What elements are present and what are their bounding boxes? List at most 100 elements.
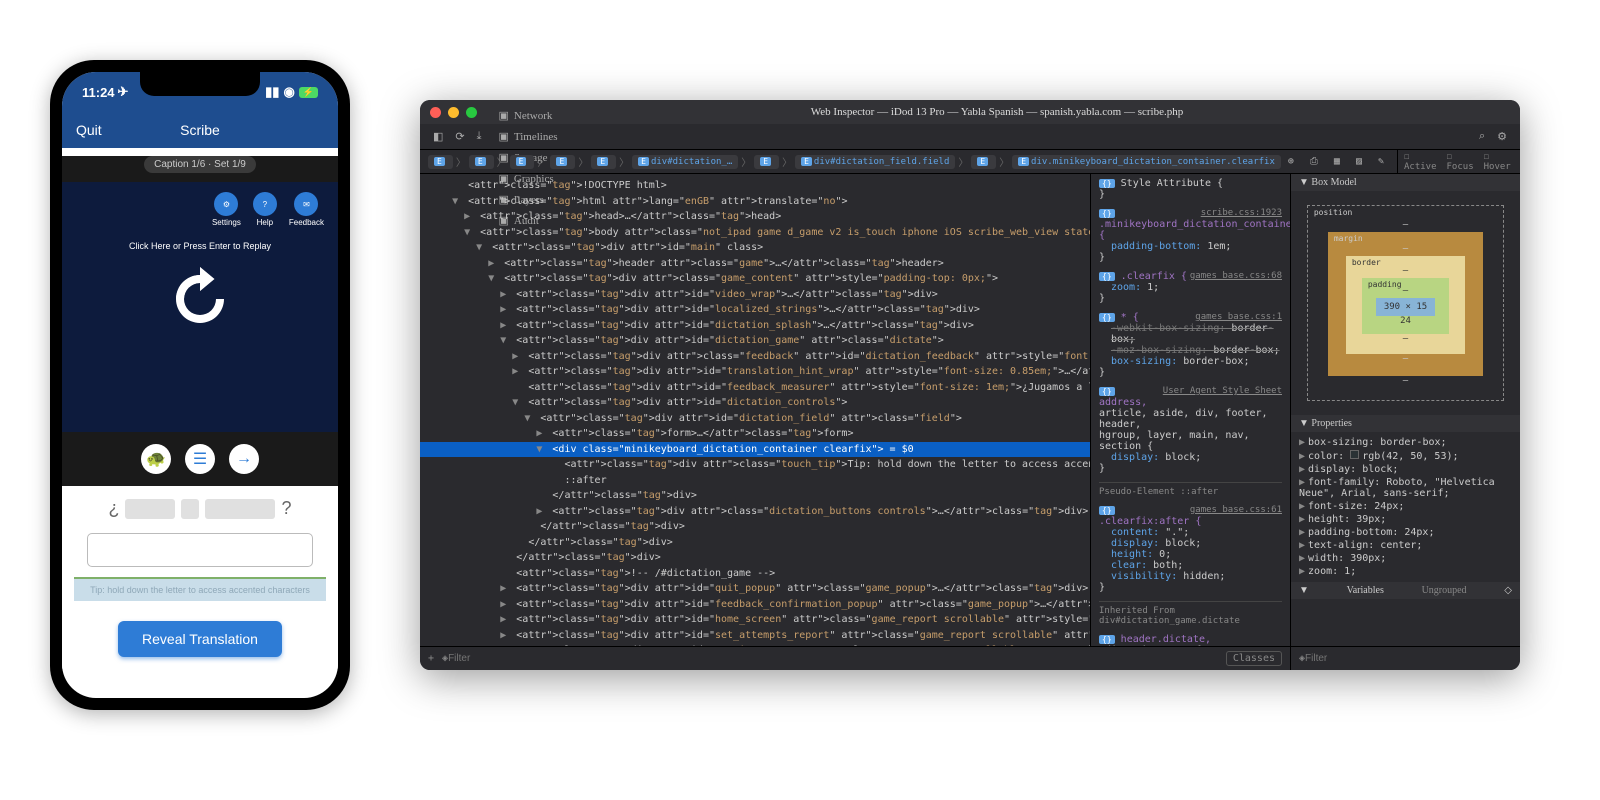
paint-icon[interactable]: ▨ — [1351, 153, 1367, 170]
settings-button[interactable]: ⚙Settings — [212, 192, 241, 227]
help-button[interactable]: ?Help — [253, 192, 277, 227]
style-rule[interactable]: Pseudo-Element ::after — [1099, 482, 1282, 497]
dom-line[interactable]: ▶ <attr">class="tag">header attr">class=… — [420, 256, 1090, 272]
wifi-icon: ◉ — [283, 84, 294, 100]
quit-button[interactable]: Quit — [76, 122, 102, 138]
pseudo-hover[interactable]: ☐ Hover — [1484, 152, 1511, 172]
style-rule[interactable]: User Agent Style Sheet{} address,article… — [1099, 386, 1282, 474]
search-icon[interactable]: ⌕ — [1474, 127, 1490, 146]
reveal-button[interactable]: Reveal Translation — [118, 621, 282, 657]
slow-button[interactable]: 🐢 — [141, 444, 171, 474]
video-area[interactable]: ⚙Settings ?Help ✉Feedback Click Here or … — [62, 182, 338, 432]
gear-icon[interactable]: ⚙ — [1492, 127, 1512, 146]
dom-line[interactable]: ▼ <attr">class="tag">html attr">lang="en… — [420, 194, 1090, 210]
dom-line[interactable]: </attr">class="tag">div> — [420, 535, 1090, 551]
tab-network[interactable]: ▣ Network — [489, 105, 568, 126]
style-rule[interactable]: games_base.css:68{} .clearfix {zoom: 1;} — [1099, 271, 1282, 304]
breadcrumb-item[interactable]: Ediv.minikeyboard_dictation_container.cl… — [1012, 155, 1281, 169]
properties-list[interactable]: ▶box-sizing: border-box;▶color: rgb(42, … — [1291, 432, 1520, 582]
dom-line[interactable]: ▶ <attr">class="tag">form>…</attr">class… — [420, 426, 1090, 442]
list-button[interactable]: ☰ — [185, 444, 215, 474]
dom-line[interactable]: ▶ <attr">class="tag">div attr">class="di… — [420, 504, 1090, 520]
breadcrumb-item[interactable]: E — [591, 155, 616, 169]
dom-line[interactable]: ▶ <attr">class="tag">div attr">id="trans… — [420, 364, 1090, 380]
dom-line[interactable]: </attr">class="tag">div> — [420, 488, 1090, 504]
style-rule[interactable]: scribe.css:1923{} .minikeyboard_dictatio… — [1099, 208, 1282, 263]
style-rule[interactable]: Inherited From div#dictation_game.dictat… — [1099, 601, 1282, 626]
style-rule[interactable]: games_base.css:61{} .clearfix:after {con… — [1099, 505, 1282, 593]
dom-line[interactable]: <attr">class="tag">div attr">class="touc… — [420, 457, 1090, 473]
style-rule[interactable]: {} Style Attribute {} — [1099, 178, 1282, 200]
dom-line[interactable]: ::after — [420, 473, 1090, 489]
app-header: Quit Scribe — [62, 112, 338, 148]
dom-line[interactable]: <attr">class="tag">div attr">id="feedbac… — [420, 380, 1090, 396]
dom-line[interactable]: ▶ <attr">class="tag">div attr">id="set_a… — [420, 628, 1090, 644]
style-rule[interactable]: {} header.dictate,#dictation_game {text-… — [1099, 634, 1282, 646]
breadcrumb-item[interactable]: E — [510, 155, 535, 169]
property-row[interactable]: ▶height: 39px; — [1299, 513, 1512, 526]
feedback-button[interactable]: ✉Feedback — [289, 192, 324, 227]
property-row[interactable]: ▶padding-bottom: 24px; — [1299, 526, 1512, 539]
breadcrumb-item[interactable]: Ediv#dictation_field.field — [795, 155, 955, 169]
breadcrumb-item[interactable]: E — [550, 155, 575, 169]
filter-input[interactable] — [448, 653, 1226, 664]
property-row[interactable]: ▶font-family: Roboto, "Helvetica Neue", … — [1299, 476, 1512, 500]
next-button[interactable]: → — [229, 444, 259, 474]
dom-line[interactable]: ▼ <div class="minikeyboard_dictation_con… — [420, 442, 1090, 458]
breadcrumb-item[interactable]: E — [754, 155, 779, 169]
variables-header[interactable]: ▼ VariablesUngrouped ◇ — [1291, 582, 1520, 599]
dom-line[interactable]: ▶ <attr">class="tag">head>…</attr">class… — [420, 209, 1090, 225]
properties-header[interactable]: ▼ Properties — [1291, 415, 1520, 432]
dom-line[interactable]: ▼ <attr">class="tag">div attr">id="dicta… — [420, 333, 1090, 349]
dom-line[interactable]: ▼ <attr">class="tag">div attr">id="dicta… — [420, 395, 1090, 411]
dom-line[interactable]: <attr">class="tag">!DOCTYPE html> — [420, 178, 1090, 194]
dom-line[interactable]: ▶ <attr">class="tag">div attr">id="video… — [420, 287, 1090, 303]
edit-icon[interactable]: ✎ — [1373, 153, 1389, 170]
pseudo-focus[interactable]: ☐ Focus — [1447, 152, 1474, 172]
dom-line[interactable]: ▶ <attr">class="tag">div attr">id="quit_… — [420, 581, 1090, 597]
dom-line[interactable]: ▼ <attr">class="tag">div attr">id="main"… — [420, 240, 1090, 256]
breadcrumb-item[interactable]: E — [428, 155, 453, 169]
breadcrumb-item[interactable]: Ediv#dictation_… — [632, 155, 738, 169]
dom-line[interactable]: ▼ <attr">class="tag">div attr">id="dicta… — [420, 411, 1090, 427]
dom-line[interactable]: ▶ <attr">class="tag">div attr">id="home_… — [420, 612, 1090, 628]
dom-line[interactable]: </attr">class="tag">div> — [420, 519, 1090, 535]
dom-line[interactable]: </attr">class="tag">div> — [420, 550, 1090, 566]
box-model-header[interactable]: ▼ Box Model — [1291, 174, 1520, 191]
property-row[interactable]: ▶box-sizing: border-box; — [1299, 436, 1512, 449]
dom-line[interactable]: ▶ <attr">class="tag">div attr">class="fe… — [420, 349, 1090, 365]
classes-button[interactable]: Classes — [1226, 651, 1282, 666]
answer-input[interactable] — [87, 533, 314, 567]
print-icon[interactable]: ⎙ — [1305, 153, 1323, 170]
property-row[interactable]: ▶color: rgb(42, 50, 53); — [1299, 449, 1512, 463]
styles-pane[interactable]: {} Style Attribute {} scribe.css:1923{} .… — [1090, 174, 1290, 646]
pseudo-active[interactable]: ☐ Active — [1404, 152, 1437, 172]
property-row[interactable]: ▶display: block; — [1299, 463, 1512, 476]
layout-icon[interactable]: ▦ — [1329, 153, 1345, 170]
dom-line[interactable]: ▶ <attr">class="tag">div attr">id="local… — [420, 302, 1090, 318]
plus-button[interactable]: + — [428, 653, 434, 664]
dom-line[interactable]: ▼ <attr">class="tag">div attr">class="ga… — [420, 271, 1090, 287]
property-row[interactable]: ▶zoom: 1; — [1299, 565, 1512, 578]
refresh-icon[interactable]: ⟳ — [450, 127, 469, 146]
filter-input-2[interactable] — [1305, 653, 1512, 664]
dom-line[interactable]: <attr">class="tag">!-- /#dictation_game … — [420, 566, 1090, 582]
sidebar-toggle-icon[interactable]: ◧ — [428, 127, 448, 146]
property-row[interactable]: ▶text-align: center; — [1299, 539, 1512, 552]
dom-line[interactable]: ▼ <attr">class="tag">body attr">class="n… — [420, 225, 1090, 241]
property-row[interactable]: ▶width: 390px; — [1299, 552, 1512, 565]
breadcrumb-item[interactable]: E — [469, 155, 494, 169]
dom-line[interactable]: ▶ <attr">class="tag">div attr">id="feedb… — [420, 597, 1090, 613]
close-icon[interactable] — [430, 107, 441, 118]
download-icon[interactable]: ⤓ — [472, 127, 487, 146]
style-rule[interactable]: games_base.css:1{} * {-webkit-box-sizing… — [1099, 312, 1282, 378]
tab-timelines[interactable]: ▣ Timelines — [489, 126, 568, 147]
property-row[interactable]: ▶font-size: 24px; — [1299, 500, 1512, 513]
breadcrumb-item[interactable]: E — [971, 155, 996, 169]
dom-tree[interactable]: <attr">class="tag">!DOCTYPE html> ▼ <att… — [420, 174, 1090, 646]
pick-icon[interactable]: ⊕ — [1283, 153, 1299, 170]
maximize-icon[interactable] — [466, 107, 477, 118]
dom-line[interactable]: ▶ <attr">class="tag">div attr">id="dicta… — [420, 318, 1090, 334]
minimize-icon[interactable] — [448, 107, 459, 118]
replay-icon[interactable] — [160, 259, 240, 339]
